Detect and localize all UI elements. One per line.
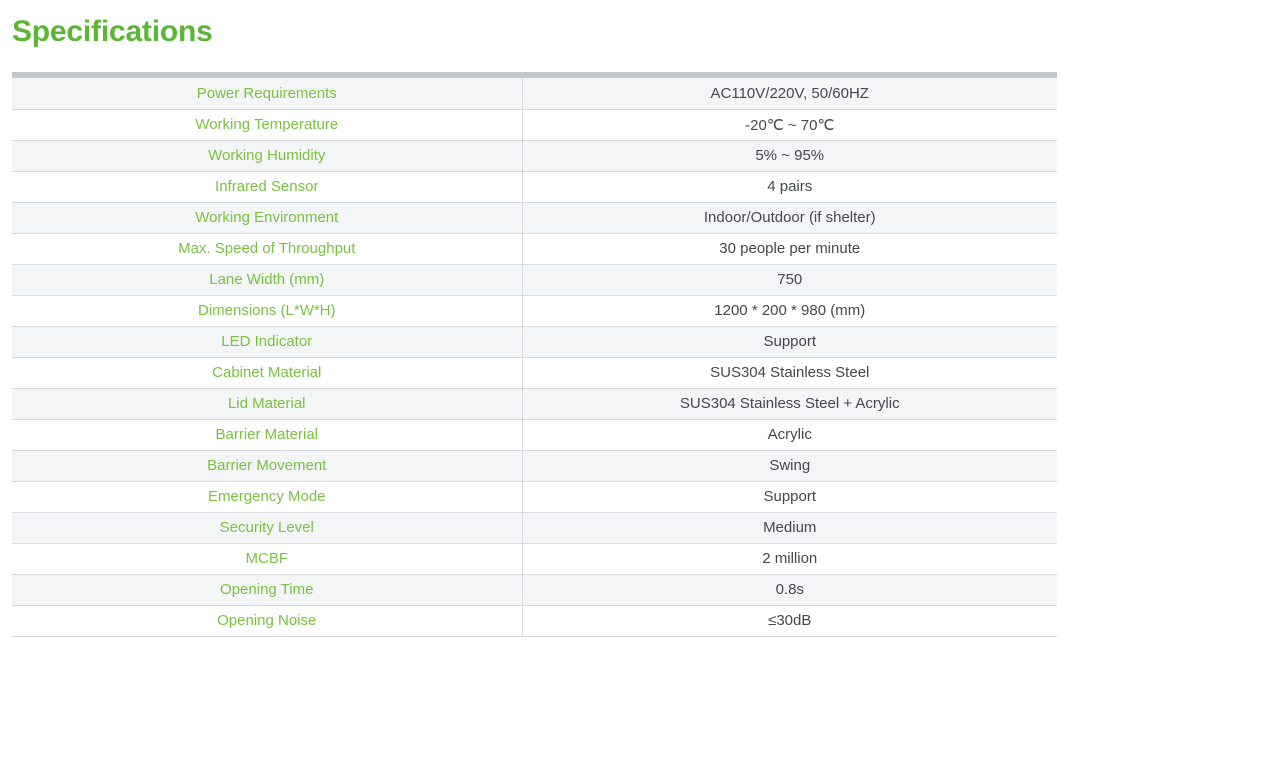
spec-value-cell: -20℃ ~ 70℃ — [522, 109, 1057, 140]
spec-label-cell: Working Humidity — [12, 140, 522, 171]
spec-value-cell: 1200 * 200 * 980 (mm) — [522, 295, 1057, 326]
spec-value-cell: 0.8s — [522, 574, 1057, 605]
spec-label-cell: Max. Speed of Throughput — [12, 233, 522, 264]
specifications-section: Power RequirementsAC110V/220V, 50/60HZWo… — [12, 72, 1057, 637]
spec-label-cell: Lane Width (mm) — [12, 264, 522, 295]
table-row: MCBF2 million — [12, 543, 1057, 574]
spec-label-cell: Infrared Sensor — [12, 171, 522, 202]
table-row: Security LevelMedium — [12, 512, 1057, 543]
spec-value-cell: 4 pairs — [522, 171, 1057, 202]
specifications-page: Specifications Power RequirementsAC110V/… — [0, 0, 1264, 778]
spec-value-cell: Medium — [522, 512, 1057, 543]
spec-label-cell: LED Indicator — [12, 326, 522, 357]
spec-label-cell: Lid Material — [12, 388, 522, 419]
spec-value-cell: Support — [522, 481, 1057, 512]
spec-value-cell: 30 people per minute — [522, 233, 1057, 264]
table-row: Dimensions (L*W*H)1200 * 200 * 980 (mm) — [12, 295, 1057, 326]
table-row: Lane Width (mm)750 — [12, 264, 1057, 295]
spec-value-cell: 2 million — [522, 543, 1057, 574]
spec-value-cell: Support — [522, 326, 1057, 357]
spec-label-cell: MCBF — [12, 543, 522, 574]
spec-value-cell: Swing — [522, 450, 1057, 481]
spec-value-cell: SUS304 Stainless Steel + Acrylic — [522, 388, 1057, 419]
table-row: LED IndicatorSupport — [12, 326, 1057, 357]
table-row: Working Humidity5% ~ 95% — [12, 140, 1057, 171]
spec-label-cell: Opening Noise — [12, 605, 522, 636]
table-row: Working EnvironmentIndoor/Outdoor (if sh… — [12, 202, 1057, 233]
table-row: Working Temperature-20℃ ~ 70℃ — [12, 109, 1057, 140]
specifications-table-body: Power RequirementsAC110V/220V, 50/60HZWo… — [12, 78, 1057, 636]
specifications-table: Power RequirementsAC110V/220V, 50/60HZWo… — [12, 78, 1057, 637]
table-row: Max. Speed of Throughput30 people per mi… — [12, 233, 1057, 264]
table-row: Emergency ModeSupport — [12, 481, 1057, 512]
table-row: Power RequirementsAC110V/220V, 50/60HZ — [12, 78, 1057, 109]
spec-label-cell: Opening Time — [12, 574, 522, 605]
spec-label-cell: Barrier Material — [12, 419, 522, 450]
table-row: Lid MaterialSUS304 Stainless Steel + Acr… — [12, 388, 1057, 419]
spec-label-cell: Cabinet Material — [12, 357, 522, 388]
spec-value-cell: Indoor/Outdoor (if shelter) — [522, 202, 1057, 233]
spec-label-cell: Security Level — [12, 512, 522, 543]
table-row: Infrared Sensor4 pairs — [12, 171, 1057, 202]
spec-label-cell: Power Requirements — [12, 78, 522, 109]
spec-label-cell: Barrier Movement — [12, 450, 522, 481]
spec-label-cell: Working Temperature — [12, 109, 522, 140]
spec-label-cell: Emergency Mode — [12, 481, 522, 512]
spec-value-cell: ≤30dB — [522, 605, 1057, 636]
table-row: Cabinet MaterialSUS304 Stainless Steel — [12, 357, 1057, 388]
spec-value-cell: Acrylic — [522, 419, 1057, 450]
spec-value-cell: AC110V/220V, 50/60HZ — [522, 78, 1057, 109]
table-row: Opening Time0.8s — [12, 574, 1057, 605]
spec-value-cell: SUS304 Stainless Steel — [522, 357, 1057, 388]
page-title: Specifications — [12, 10, 213, 54]
spec-value-cell: 5% ~ 95% — [522, 140, 1057, 171]
spec-label-cell: Dimensions (L*W*H) — [12, 295, 522, 326]
table-row: Barrier MovementSwing — [12, 450, 1057, 481]
spec-label-cell: Working Environment — [12, 202, 522, 233]
table-row: Barrier MaterialAcrylic — [12, 419, 1057, 450]
table-row: Opening Noise≤30dB — [12, 605, 1057, 636]
spec-value-cell: 750 — [522, 264, 1057, 295]
